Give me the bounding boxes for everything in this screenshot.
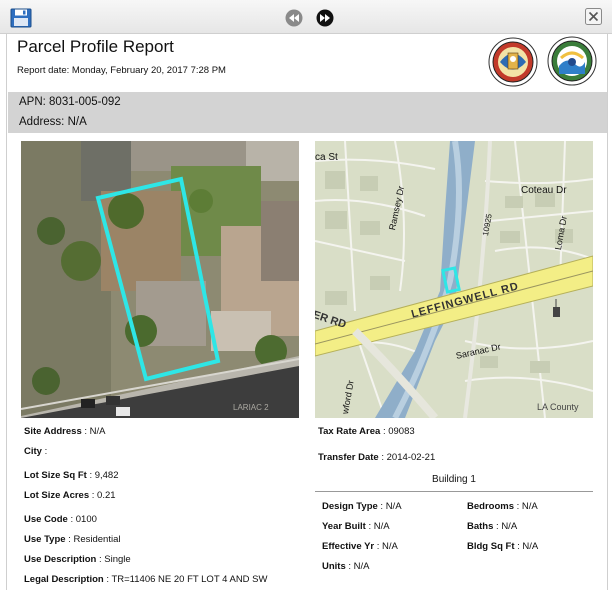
design-type-field: Design Type : N/A xyxy=(322,501,402,512)
viewer-toolbar xyxy=(0,0,612,34)
field-value: : N/A xyxy=(377,501,402,512)
close-button[interactable] xyxy=(585,8,602,25)
field-value: : Single xyxy=(96,554,131,565)
field-value: : N/A xyxy=(513,501,538,512)
map-credit: LA County xyxy=(537,402,579,412)
aerial-watermark: LARIAC 2 xyxy=(233,403,269,412)
lot-size-acres-field: Lot Size Acres : 0.21 xyxy=(24,490,116,501)
field-value: : xyxy=(41,446,48,457)
field-value: : N/A xyxy=(374,541,398,552)
field-label: Year Built xyxy=(322,521,366,532)
field-value: : N/A xyxy=(514,541,539,552)
field-label: Tax Rate Area xyxy=(318,426,381,437)
address-text: Address: N/A xyxy=(19,116,87,128)
assessor-seal-icon xyxy=(547,36,597,86)
field-value: : N/A xyxy=(81,426,106,437)
field-value: : TR=11406 NE 20 FT LOT 4 AND SW xyxy=(103,574,268,585)
field-label: Bldg Sq Ft xyxy=(467,541,515,552)
field-label: Bedrooms xyxy=(467,501,514,512)
field-label: Lot Size Sq Ft xyxy=(24,470,87,481)
use-code-field: Use Code : 0100 xyxy=(24,514,97,525)
field-label: Use Type xyxy=(24,534,66,545)
transfer-date-field: Transfer Date : 2014-02-21 xyxy=(318,452,435,463)
legal-description-field: Legal Description : TR=11406 NE 20 FT LO… xyxy=(24,574,268,585)
field-label: Site Address xyxy=(24,426,82,437)
use-type-field: Use Type : Residential xyxy=(24,534,120,545)
tax-rate-area-field: Tax Rate Area : 09083 xyxy=(318,426,415,437)
county-seal-icon xyxy=(488,37,538,87)
field-value: : N/A xyxy=(365,521,390,532)
aerial-photo: LARIAC 2 xyxy=(21,141,299,418)
baths-field: Baths : N/A xyxy=(467,521,517,532)
site-address-field: Site Address : N/A xyxy=(24,426,106,437)
year-built-field: Year Built : N/A xyxy=(322,521,390,532)
field-value: : 9,482 xyxy=(86,470,119,481)
floppy-disk-icon xyxy=(10,8,32,28)
field-label: Legal Description xyxy=(24,574,104,585)
building-title: Building 1 xyxy=(432,474,476,485)
units-field: Units : N/A xyxy=(322,561,370,572)
bldg-sq-ft-field: Bldg Sq Ft : N/A xyxy=(467,541,538,552)
save-button[interactable] xyxy=(10,8,32,28)
city-field: City : xyxy=(24,446,47,457)
street-map: ca St Coteau Dr Ramsey Dr 10925 Loma Dr … xyxy=(315,141,593,418)
next-page-button[interactable] xyxy=(316,9,334,27)
use-description-field: Use Description : Single xyxy=(24,554,131,565)
fast-forward-icon xyxy=(316,9,334,27)
report-title: Parcel Profile Report xyxy=(17,37,174,56)
field-label: Lot Size Acres xyxy=(24,490,90,501)
bedrooms-field: Bedrooms : N/A xyxy=(467,501,538,512)
close-icon xyxy=(585,8,602,25)
field-label: Units xyxy=(322,561,346,572)
field-label: City xyxy=(24,446,42,457)
field-label: Use Code xyxy=(24,514,68,525)
previous-page-button[interactable] xyxy=(285,9,303,27)
field-label: Design Type xyxy=(322,501,378,512)
parcel-header-band: APN: 8031-005-092 Address: N/A xyxy=(8,92,607,133)
field-value: : N/A xyxy=(345,561,370,572)
building-divider xyxy=(315,491,593,492)
field-value: : Residential xyxy=(65,534,121,545)
field-value: : N/A xyxy=(493,521,518,532)
field-label: Baths xyxy=(467,521,494,532)
street-label: Coteau Dr xyxy=(521,185,567,196)
field-value: : 2014-02-21 xyxy=(378,452,436,463)
field-label: Use Description xyxy=(24,554,97,565)
field-value: : 0.21 xyxy=(89,490,116,501)
report-date: Report date: Monday, February 20, 2017 7… xyxy=(17,65,226,76)
apn-text: APN: 8031-005-092 xyxy=(19,96,121,108)
field-value: : 09083 xyxy=(380,426,415,437)
field-value: : 0100 xyxy=(67,514,97,525)
rewind-icon xyxy=(285,9,303,27)
field-label: Transfer Date xyxy=(318,452,379,463)
field-label: Effective Yr xyxy=(322,541,375,552)
street-label: ca St xyxy=(315,152,338,163)
lot-size-sqft-field: Lot Size Sq Ft : 9,482 xyxy=(24,470,119,481)
effective-yr-field: Effective Yr : N/A xyxy=(322,541,398,552)
